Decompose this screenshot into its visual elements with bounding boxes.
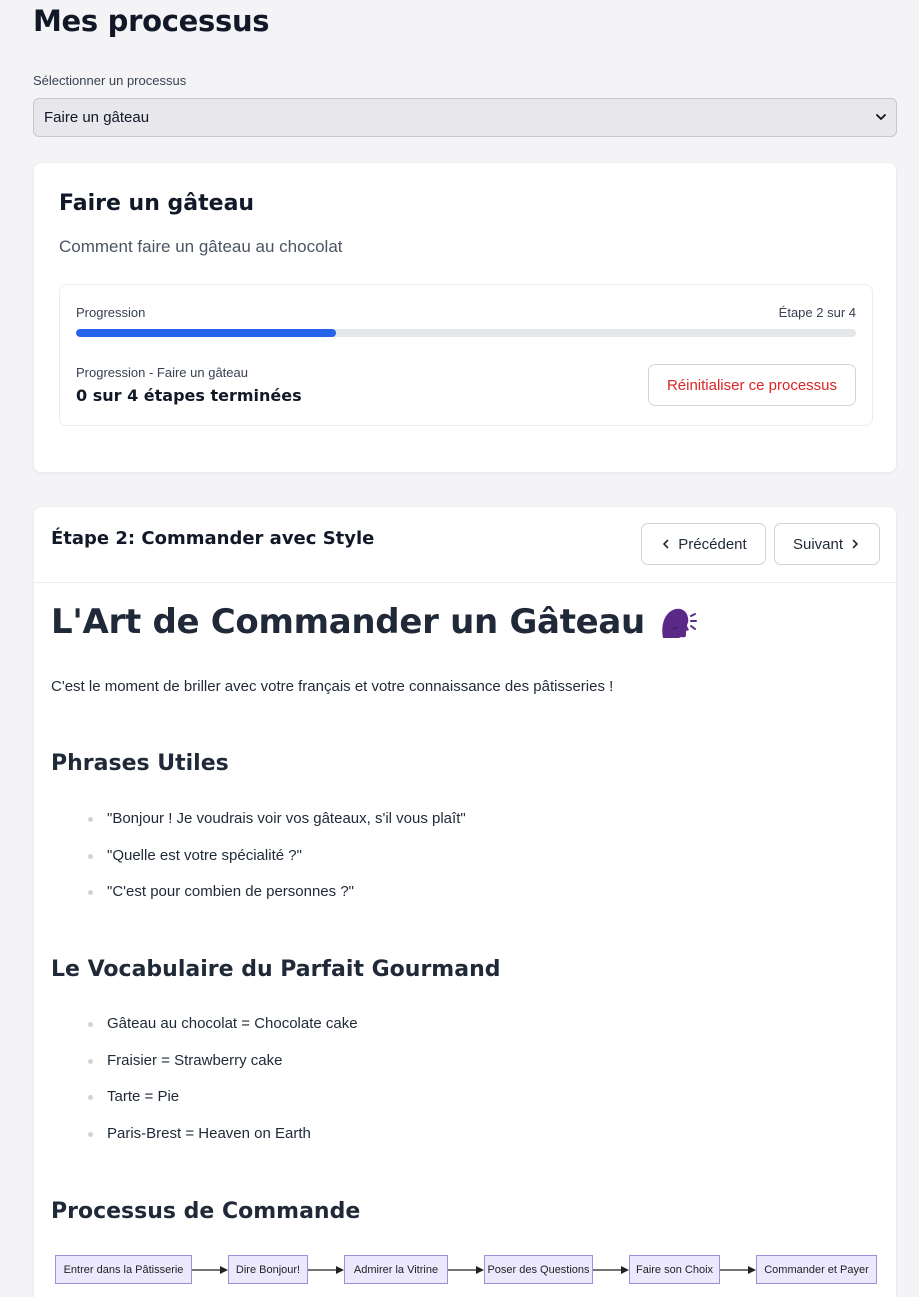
vocab-heading: Le Vocabulaire du Parfait Gourmand [51,957,501,982]
flow-node: Faire son Choix [629,1255,720,1284]
previous-button-label: Précédent [678,535,747,553]
select-label: Sélectionner un processus [33,73,187,88]
step-header: Étape 2: Commander avec Style Précédent … [34,507,896,583]
previous-button[interactable]: Précédent [641,523,766,565]
phrases-heading: Phrases Utiles [51,751,229,776]
vocab-list: Gâteau au chocolat = Chocolate cake Frais… [88,1015,358,1162]
progress-bar-fill [76,329,336,337]
progress-bar [76,329,856,337]
process-select-value: Faire un gâteau [44,109,150,126]
chevron-right-icon [852,539,858,549]
chevron-down-icon [876,114,886,120]
process-title: Faire un gâteau [59,191,255,216]
reset-process-button[interactable]: Réinitialiser ce processus [648,364,856,406]
flow-node: Admirer la Vitrine [344,1255,448,1284]
page-title: Mes processus [33,4,270,38]
progress-panel: Progression Étape 2 sur 4 Progression - … [59,284,873,426]
progress-subtitle: Progression - Faire un gâteau [76,365,248,380]
flow-arrow [720,1265,756,1274]
phrases-list: "Bonjour ! Je voudrais voir vos gâteaux,… [88,810,466,920]
list-item: "Bonjour ! Je voudrais voir vos gâteaux,… [88,810,466,847]
progress-completed-count: 0 sur 4 étapes terminées [76,386,302,405]
article-intro: C'est le moment de briller avec votre fr… [51,678,614,695]
list-item: "C'est pour combien de personnes ?" [88,883,466,920]
process-select[interactable]: Faire un gâteau [33,98,897,137]
list-item: Tarte = Pie [88,1088,358,1125]
step-card: Étape 2: Commander avec Style Précédent … [33,506,897,1297]
next-button-label: Suivant [792,535,844,553]
list-item: Paris-Brest = Heaven on Earth [88,1125,358,1162]
order-flow-diagram: Entrer dans la Pâtisserie Dire Bonjour! Ad… [55,1254,877,1285]
next-button[interactable]: Suivant [774,523,880,565]
speaking-head-icon [662,608,697,638]
flow-arrow [192,1265,228,1274]
list-item: Fraisier = Strawberry cake [88,1052,358,1089]
article-heading: L'Art de Commander un Gâteau [51,602,697,642]
progress-step-text: Étape 2 sur 4 [778,305,856,320]
flow-arrow [448,1265,484,1274]
flow-node: Commander et Payer [756,1255,877,1284]
flow-node: Entrer dans la Pâtisserie [55,1255,192,1284]
flow-node: Poser des Questions [484,1255,593,1284]
process-description: Comment faire un gâteau au chocolat [59,237,343,256]
list-item: "Quelle est votre spécialité ?" [88,847,466,884]
flow-node: Dire Bonjour! [228,1255,308,1284]
list-item: Gâteau au chocolat = Chocolate cake [88,1015,358,1052]
article-heading-text: L'Art de Commander un Gâteau [51,602,645,642]
process-card: Faire un gâteau Comment faire un gâteau … [33,162,897,473]
flow-arrow [308,1265,344,1274]
progress-label: Progression [76,305,146,320]
flow-arrow [593,1265,629,1274]
step-title: Étape 2: Commander avec Style [51,528,375,549]
chevron-left-icon [663,539,669,549]
flow-heading: Processus de Commande [51,1199,361,1224]
